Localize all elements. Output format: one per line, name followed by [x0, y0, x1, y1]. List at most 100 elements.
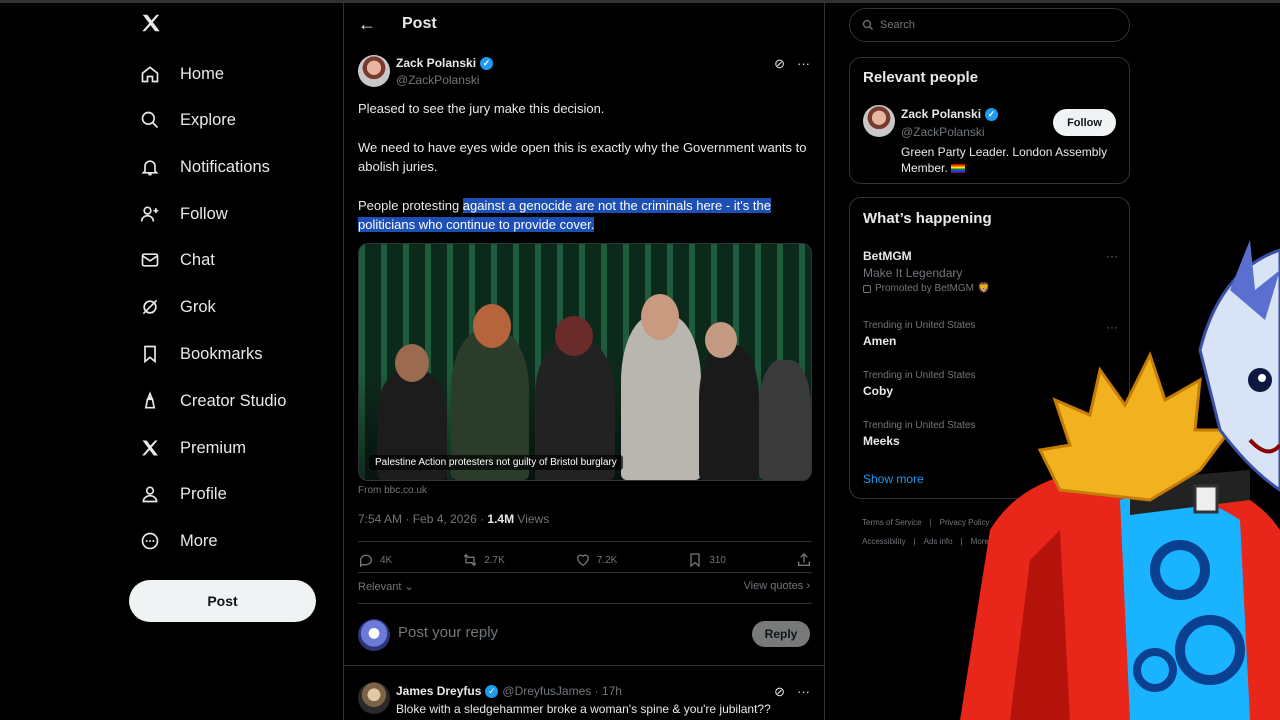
reply-action[interactable]: 4K	[358, 552, 392, 568]
nav-notifications[interactable]: Notifications	[138, 149, 270, 185]
divider	[344, 665, 824, 666]
nav-explore[interactable]: Explore	[138, 102, 236, 138]
bookmark-action[interactable]: 310	[687, 552, 726, 568]
relevant-people-card: Relevant people Zack Polanski ✓ @ZackPol…	[849, 57, 1130, 184]
page-title: Post	[402, 15, 437, 32]
main-column: ← Post Zack Polanski ✓ @ZackPolanski ⊘ ·…	[343, 0, 825, 720]
nav-more[interactable]: More	[138, 523, 218, 559]
grok-icon[interactable]: ⊘	[774, 56, 785, 72]
like-action[interactable]: 7.2K	[575, 552, 617, 568]
reply-button[interactable]: Reply	[752, 621, 810, 647]
footer-separator: |	[929, 518, 932, 527]
bookmark-icon	[138, 342, 162, 366]
nav-chat[interactable]: Chat	[138, 242, 215, 278]
relevant-person-bio: Green Party Leader. London Assembly Memb…	[901, 144, 1111, 176]
comment-meta[interactable]: @DreyfusJames · 17h	[502, 684, 622, 698]
nav-profile[interactable]: Profile	[138, 476, 227, 512]
post-tools: ⊘ ···	[774, 56, 810, 72]
post-header: ← Post	[344, 10, 824, 42]
search-input[interactable]: Search	[849, 8, 1130, 42]
more-options-icon[interactable]: ···	[797, 684, 810, 700]
x-logo-icon	[138, 436, 162, 460]
reply-count: 4K	[380, 554, 393, 566]
heart-icon	[576, 554, 589, 567]
nav-creator-studio-label: Creator Studio	[180, 391, 287, 410]
comment-header: James Dreyfus ✓ @DreyfusJames · 17h	[396, 684, 622, 698]
nav-bookmarks-label: Bookmarks	[180, 344, 263, 363]
nav-grok[interactable]: Grok	[138, 289, 216, 325]
nav-grok-label: Grok	[180, 297, 216, 316]
bookmark-icon	[690, 553, 700, 568]
nav-home[interactable]: Home	[138, 56, 224, 92]
repost-count: 2.7K	[484, 554, 505, 566]
x-logo-icon[interactable]	[140, 10, 168, 38]
nav-home-label: Home	[180, 64, 225, 83]
more-options-icon[interactable]: ···	[797, 56, 810, 72]
replies-sort-dropdown[interactable]: Relevant ⌄	[358, 580, 414, 593]
media-figure-head	[705, 322, 737, 358]
nav-follow[interactable]: Follow	[138, 196, 228, 232]
relevant-people-title: Relevant people	[863, 69, 979, 86]
repost-action[interactable]: 2.7K	[462, 552, 505, 568]
views-label: Views	[514, 512, 550, 526]
link-card-image[interactable]: Palestine Action protesters not guilty o…	[358, 243, 812, 481]
post-timestamp[interactable]: 7:54 AM · Feb 4, 2026 ·	[358, 512, 487, 526]
nav-creator-studio[interactable]: Creator Studio	[138, 383, 286, 419]
replies-sort-label: Relevant	[358, 581, 402, 593]
media-figure-head	[555, 316, 593, 356]
terms-link[interactable]: Terms of Service	[862, 518, 922, 527]
bookmark-count: 310	[709, 554, 726, 566]
back-arrow-icon[interactable]: ←	[358, 14, 376, 35]
home-icon	[138, 62, 162, 86]
post-paragraph-2: We need to have eyes wide open this is e…	[358, 140, 807, 174]
compose-post-button[interactable]: Post	[129, 580, 316, 622]
bell-icon	[138, 155, 162, 179]
accessibility-link[interactable]: Accessibility	[862, 537, 906, 546]
post-text-plain: People protesting	[358, 198, 463, 213]
media-source[interactable]: From bbc.co.uk	[358, 485, 427, 496]
search-placeholder: Search	[880, 19, 915, 31]
nav-notifications-label: Notifications	[180, 157, 270, 176]
divider	[358, 572, 812, 573]
footer-separator: |	[913, 537, 916, 546]
promoted-icon	[863, 284, 871, 293]
post-paragraph-3: People protesting against a genocide are…	[358, 196, 816, 234]
mail-icon	[138, 248, 162, 272]
share-action[interactable]	[796, 552, 812, 568]
author-avatar[interactable]	[358, 55, 390, 87]
show-more-link[interactable]: Show more	[863, 472, 924, 486]
more-circle-icon	[138, 529, 162, 553]
user-avatar[interactable]	[358, 619, 390, 651]
relevant-person-name-text: Zack Polanski	[901, 107, 982, 121]
comment-avatar[interactable]	[358, 682, 390, 714]
repost-icon	[463, 553, 477, 567]
grok-icon[interactable]: ⊘	[774, 684, 785, 700]
relevant-person-name[interactable]: Zack Polanski ✓	[901, 107, 999, 121]
search-icon	[138, 108, 162, 132]
ads-info-link[interactable]: Ads info	[924, 537, 953, 546]
follow-button[interactable]: Follow	[1053, 109, 1116, 136]
person-icon	[138, 482, 162, 506]
view-quotes-link[interactable]: View quotes ›	[744, 580, 810, 592]
reply-input[interactable]: Post your reply	[398, 624, 498, 641]
author-handle[interactable]: @ZackPolanski	[396, 73, 480, 87]
verified-badge-icon: ✓	[480, 56, 494, 70]
comment-author-name[interactable]: James Dreyfus	[396, 684, 481, 698]
nav-premium-label: Premium	[180, 438, 247, 457]
pride-flag-icon	[951, 164, 966, 174]
nav-follow-label: Follow	[180, 204, 228, 223]
verified-badge-icon: ✓	[985, 107, 999, 121]
nav-premium[interactable]: Premium	[138, 430, 246, 466]
author-name[interactable]: Zack Polanski ✓	[396, 56, 494, 70]
verified-badge-icon: ✓	[485, 684, 499, 698]
reply-icon	[360, 554, 372, 568]
media-figure-head	[473, 304, 511, 348]
relevant-person-avatar[interactable]	[863, 105, 895, 137]
media-figure	[699, 345, 759, 480]
vtuber-avatar-overlay	[960, 240, 1280, 720]
divider	[358, 541, 812, 542]
person-plus-icon	[138, 202, 162, 226]
post-actions: 4K 2.7K 7.2K 310	[358, 552, 812, 568]
relevant-person-handle[interactable]: @ZackPolanski	[901, 125, 985, 139]
nav-bookmarks[interactable]: Bookmarks	[138, 336, 263, 372]
